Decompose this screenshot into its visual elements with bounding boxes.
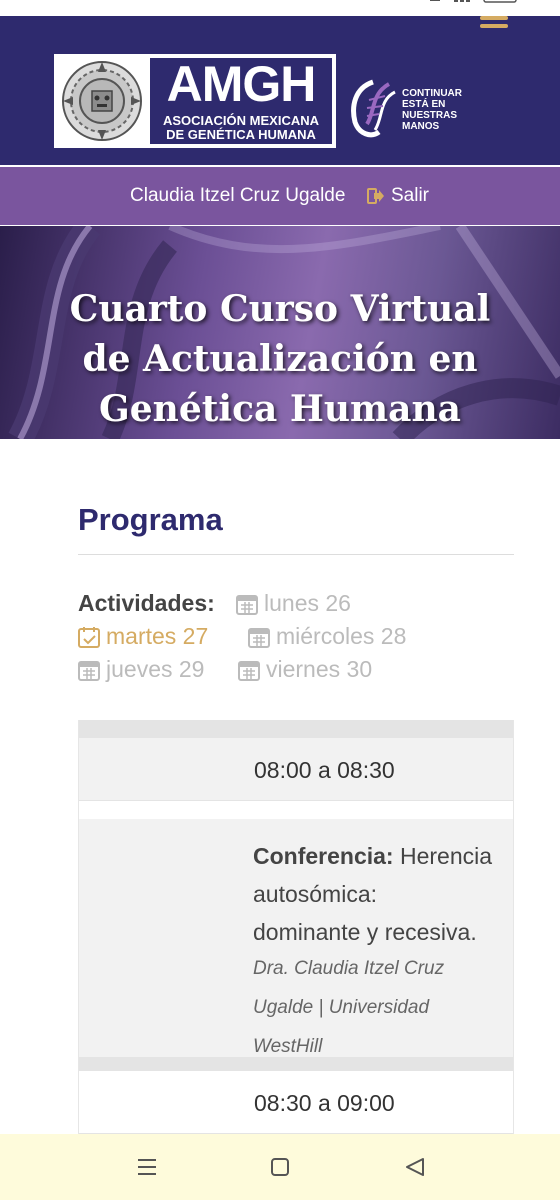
user-name: Claudia Itzel Cruz Ugalde (130, 185, 346, 206)
menu-icon[interactable] (135, 1156, 159, 1178)
activities-label: Actividades: (78, 590, 215, 616)
logo-subtitle-line2: DE GENÉTICA HUMANA (166, 127, 316, 142)
schedule-table: 08:00 a 08:30 Conferencia: Herencia auto… (78, 720, 514, 1140)
session-card: Conferencia: Herencia autosómica: domina… (79, 819, 513, 1057)
slogan-line: NUESTRAS (402, 110, 458, 121)
dna-hands-icon (351, 79, 396, 138)
slogan-line: CONTINUAR (402, 88, 462, 99)
home-icon[interactable] (268, 1156, 292, 1178)
row-separator (79, 1057, 513, 1071)
day-label: miércoles 28 (276, 623, 407, 649)
page-title: Programa (78, 502, 223, 537)
calendar-check-icon (78, 626, 100, 648)
day-label: lunes 26 (264, 590, 351, 616)
course-title-line: Cuarto Curso Virtual (69, 288, 491, 330)
day-tab-jueves[interactable]: jueves 29 (78, 656, 204, 683)
schedule-header (79, 720, 513, 738)
session-title-text: dominante y recesiva. (253, 919, 477, 945)
time-slot-row: 08:00 a 08:30 (79, 738, 513, 801)
course-title-line: Genética Humana (99, 388, 461, 430)
calendar-icon (78, 660, 100, 681)
aztec-calendar-seal-icon (62, 61, 142, 141)
logo-text-block: AMGH ASOCIACIÓN MEXICANA DE GENÉTICA HUM… (150, 58, 332, 144)
logout-label: Salir (391, 185, 430, 206)
day-label: viernes 30 (266, 656, 373, 682)
system-nav-bar (0, 1134, 560, 1200)
time-slot-row: 08:30 a 09:00 (79, 1071, 513, 1134)
back-icon[interactable] (403, 1156, 427, 1178)
speaker-line: Dra. Claudia Itzel Cruz (253, 958, 445, 979)
day-tab-miercoles[interactable]: miércoles 28 (248, 623, 406, 650)
slogan-line: MANOS (402, 121, 440, 132)
sign-out-icon (367, 188, 384, 204)
slogan-text: CONTINUAR ESTÁ EN NUESTRAS MANOS (402, 88, 482, 132)
slogan-line: ESTÁ EN (402, 99, 446, 110)
calendar-icon (238, 660, 260, 681)
course-title: Cuarto Curso Virtual de Actualización en… (0, 284, 560, 434)
user-bar: Claudia Itzel Cruz Ugalde Salir (0, 167, 560, 225)
logo-title: AMGH (166, 56, 317, 112)
calendar-icon (248, 627, 270, 648)
calendar-icon (236, 594, 258, 615)
session-type: Conferencia: (253, 843, 394, 869)
title-divider (78, 554, 514, 555)
session-title-text: autosómica: (253, 881, 378, 907)
day-tab-martes[interactable]: martes 27 (78, 623, 208, 650)
session-title: Conferencia: Herencia autosómica: domina… (253, 837, 509, 951)
session-speaker: Dra. Claudia Itzel Cruz Ugalde | Univers… (253, 949, 473, 1066)
course-title-line: de Actualización en (82, 338, 478, 380)
status-bar (0, 0, 560, 16)
day-tab-viernes[interactable]: viernes 30 (238, 656, 372, 683)
status-icons-left (60, 0, 240, 4)
logo-subtitle-line1: ASOCIACIÓN MEXICANA (162, 113, 319, 128)
day-label: martes 27 (106, 623, 209, 649)
day-label: jueves 29 (106, 656, 205, 682)
status-icons-right (430, 0, 517, 3)
logout-link[interactable]: Salir (367, 185, 429, 207)
day-tab-lunes[interactable]: lunes 26 (236, 590, 351, 617)
session-title-text: Herencia (399, 843, 493, 869)
speaker-line: Ugalde | Universidad (253, 997, 430, 1018)
hamburger-menu-button[interactable] (480, 16, 508, 34)
amgh-logo[interactable]: AMGH ASOCIACIÓN MEXICANA DE GENÉTICA HUM… (54, 54, 336, 148)
course-banner: Cuarto Curso Virtual de Actualización en… (0, 226, 560, 439)
time-slot: 08:30 a 09:00 (254, 1090, 395, 1116)
time-slot: 08:00 a 08:30 (254, 757, 395, 783)
site-header: AMGH ASOCIACIÓN MEXICANA DE GENÉTICA HUM… (0, 16, 560, 165)
